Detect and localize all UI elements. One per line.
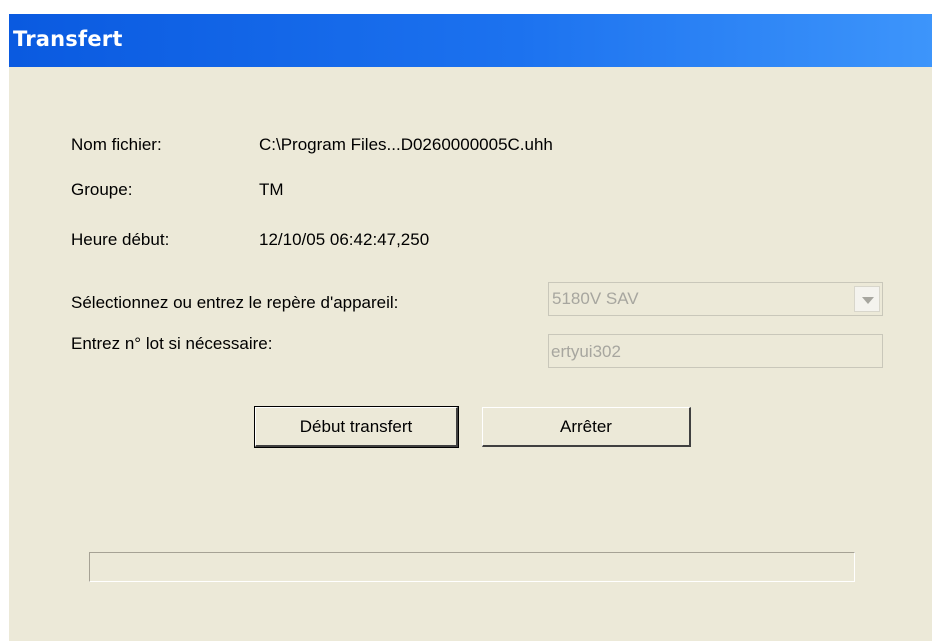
start-transfer-button[interactable]: Début transfert [254,406,459,448]
group-label: Groupe: [71,180,133,199]
start-time-value: 12/10/05 06:42:47,250 [259,230,430,249]
chevron-down-icon [862,297,874,304]
lot-number-field[interactable]: ertyui302 [548,334,883,368]
stop-button[interactable]: Arrêter [482,407,691,447]
lot-label: Entrez n° lot si nécessaire: [71,334,273,353]
start-time-label: Heure début: [71,230,170,249]
progress-bar [89,552,855,582]
device-label: Sélectionnez ou entrez le repère d'appar… [71,293,399,312]
device-combobox-value: 5180V SAV [552,289,639,308]
title-bar[interactable]: Transfert [9,14,932,67]
device-dropdown-button[interactable] [854,286,880,312]
file-name-value: C:\Program Files...D0260000005C.uhh [259,135,553,154]
lot-number-value: ertyui302 [551,342,621,361]
window-title: Transfert [13,27,123,51]
file-name-label: Nom fichier: [71,135,162,154]
group-value: TM [259,180,284,199]
device-combobox[interactable]: 5180V SAV [548,282,883,316]
transfer-dialog: Transfert Nom fichier: C:\Program Files.… [9,14,932,641]
